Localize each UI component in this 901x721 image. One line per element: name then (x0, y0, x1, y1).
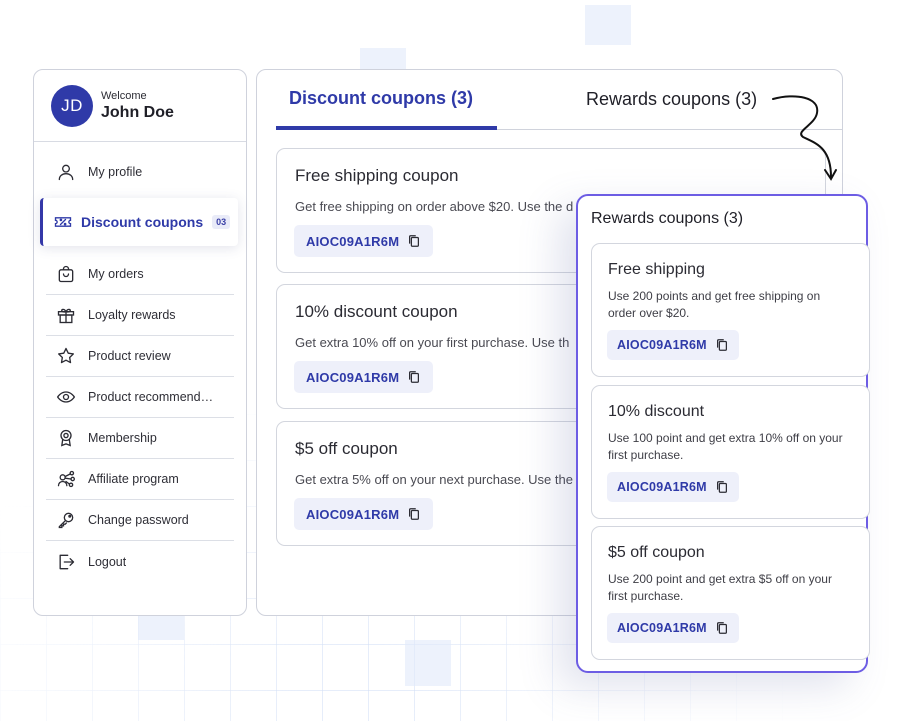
background-tile (585, 5, 631, 45)
reward-coupon-card: $5 off coupon Use 200 point and get extr… (591, 526, 870, 660)
coupon-code: AIOC09A1R6M (617, 621, 707, 635)
reward-title: 10% discount (608, 403, 705, 420)
coupon-title: 10% discount coupon (295, 302, 458, 321)
sidebar-item-label: Change password (88, 513, 189, 527)
reward-code-button[interactable]: AIOC09A1R6M (607, 330, 739, 360)
coupon-code-button[interactable]: AIOC09A1R6M (294, 225, 434, 257)
account-sidebar: JD Welcome John Doe My profile Discount … (33, 69, 247, 616)
coupon-description: Get extra 10% off on your first purchase… (295, 335, 570, 350)
coupon-tabs: Discount coupons (3) Rewards coupons (3) (276, 70, 842, 130)
coupon-code-button[interactable]: AIOC09A1R6M (294, 498, 434, 530)
reward-coupon-card: 10% discount Use 100 point and get extra… (591, 385, 870, 519)
user-icon (58, 164, 74, 181)
reward-code-button[interactable]: AIOC09A1R6M (607, 613, 739, 643)
key-icon (58, 512, 74, 529)
sidebar-item-label: Affiliate program (88, 472, 179, 486)
gift-icon (57, 308, 75, 324)
coupon-code-button[interactable]: AIOC09A1R6M (294, 361, 434, 393)
copy-icon (716, 622, 727, 634)
copy-icon (716, 481, 727, 493)
tab-rewards-coupons[interactable]: Rewards coupons (3) (586, 89, 757, 110)
curved-arrow-icon (772, 95, 837, 181)
eye-icon (56, 391, 76, 403)
coupon-description: Get free shipping on order above $20. Us… (295, 199, 574, 214)
copy-icon (409, 508, 420, 520)
sidebar-item-discount-coupons[interactable]: Discount coupons 03 (40, 198, 238, 246)
coupon-title: Free shipping coupon (295, 166, 459, 185)
reward-title: Free shipping (608, 261, 705, 278)
tab-discount-coupons[interactable]: Discount coupons (3) (276, 70, 497, 130)
avatar: JD (51, 84, 93, 127)
coupon-code: AIOC09A1R6M (306, 369, 400, 385)
sidebar-item-product-review[interactable]: Product review (46, 336, 234, 377)
user-profile-header: JD Welcome John Doe (34, 70, 246, 142)
background-tile (405, 640, 451, 686)
sidebar-item-membership[interactable]: Membership (46, 418, 234, 459)
coupon-code: AIOC09A1R6M (306, 506, 400, 522)
copy-icon (716, 339, 727, 351)
user-name: John Doe (101, 103, 174, 121)
sidebar-item-my-orders[interactable]: My orders (46, 254, 234, 295)
sidebar-item-label: Logout (88, 554, 127, 569)
ticket-icon (54, 217, 72, 227)
sidebar-item-affiliate-program[interactable]: Affiliate program (46, 459, 234, 500)
welcome-text: Welcome (101, 89, 147, 102)
sidebar-item-label: Discount coupons (81, 214, 204, 230)
logout-icon (59, 554, 75, 569)
reward-description: Use 200 point and get extra $5 off on yo… (608, 572, 832, 603)
sidebar-item-label: Product recommendati... (88, 390, 220, 404)
sidebar-item-label: Product review (88, 349, 171, 363)
reward-description: Use 200 points and get free shipping on … (608, 289, 821, 320)
reward-description: Use 100 point and get extra 10% off on y… (608, 431, 843, 462)
sidebar-item-logout[interactable]: Logout (46, 541, 234, 582)
copy-icon (409, 371, 420, 383)
background-tile (360, 48, 406, 70)
coupon-code: AIOC09A1R6M (617, 338, 707, 352)
coupon-code: AIOC09A1R6M (306, 233, 400, 249)
coupon-code: AIOC09A1R6M (617, 480, 707, 494)
sidebar-item-product-recommendations[interactable]: Product recommendati... (46, 377, 234, 418)
rewards-coupons-popup: Rewards coupons (3) Free shipping Use 20… (576, 194, 870, 673)
coupon-description: Get extra 5% off on your next purchase. … (295, 472, 573, 487)
sidebar-item-loyalty-rewards[interactable]: Loyalty rewards (46, 295, 234, 336)
badge-icon (60, 429, 72, 447)
sidebar-item-change-password[interactable]: Change password (46, 500, 234, 541)
reward-code-button[interactable]: AIOC09A1R6M (607, 472, 739, 502)
coupon-title: $5 off coupon (295, 439, 398, 458)
sidebar-item-label: Membership (88, 431, 157, 445)
rewards-popup-title: Rewards coupons (3) (591, 210, 744, 227)
reward-title: $5 off coupon (608, 544, 705, 561)
network-icon (57, 470, 75, 488)
copy-icon (409, 235, 420, 247)
count-badge: 03 (212, 215, 231, 229)
star-icon (58, 347, 75, 364)
reward-coupon-card: Free shipping Use 200 points and get fre… (591, 243, 870, 377)
sidebar-item-my-profile[interactable]: My profile (46, 154, 234, 190)
sidebar-item-label: My orders (88, 267, 144, 281)
shopping-bag-icon (58, 265, 74, 283)
sidebar-menu: My profile Discount coupons 03 My orders… (34, 154, 246, 582)
sidebar-item-label: Loyalty rewards (88, 308, 176, 322)
sidebar-item-label: My profile (88, 165, 143, 179)
